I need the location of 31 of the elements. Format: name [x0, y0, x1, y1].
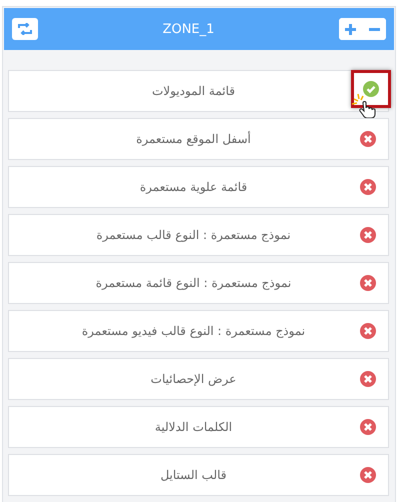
module-label: الكلمات الدلالية — [154, 420, 234, 434]
module-item[interactable]: نموذج مستعمرة : النوع قائمة مستعمرة — [8, 262, 389, 304]
module-label: نموذج مستعمرة : النوع قالب فيديو مستعمرة — [80, 324, 306, 338]
close-icon[interactable] — [360, 371, 376, 387]
module-label: عرض الإحصائيات — [150, 372, 238, 386]
module-item[interactable]: قائمة علوية مستعمرة — [8, 166, 389, 208]
module-label: قالب الستايل — [159, 468, 228, 482]
module-item[interactable]: أسفل الموقع مستعمرة — [8, 118, 389, 160]
plus-icon — [344, 24, 356, 34]
module-label: أسفل الموقع مستعمرة — [135, 132, 252, 146]
module-label: قائمة الموديولات — [150, 84, 236, 98]
module-item[interactable]: نموذج مستعمرة : النوع قالب فيديو مستعمرة — [8, 310, 389, 352]
close-icon[interactable] — [360, 131, 376, 147]
module-label: نموذج مستعمرة : النوع قائمة مستعمرة — [94, 276, 292, 290]
close-icon[interactable] — [360, 323, 376, 339]
close-icon[interactable] — [360, 227, 376, 243]
module-item[interactable]: عرض الإحصائيات — [8, 358, 389, 400]
module-label: نموذج مستعمرة : النوع قالب مستعمرة — [95, 228, 292, 242]
close-icon[interactable] — [360, 419, 376, 435]
close-icon[interactable] — [360, 467, 376, 483]
check-icon[interactable] — [363, 81, 379, 97]
module-item[interactable]: نموذج مستعمرة : النوع قالب مستعمرة — [8, 214, 389, 256]
hand-cursor-icon — [352, 93, 378, 119]
close-icon[interactable] — [360, 179, 376, 195]
module-item[interactable]: قالب الستايل — [8, 454, 389, 496]
zone-title: ZONE_1 — [162, 22, 214, 36]
refresh-button[interactable] — [12, 18, 38, 40]
close-icon[interactable] — [360, 275, 376, 291]
module-label: قائمة علوية مستعمرة — [138, 180, 248, 194]
module-item[interactable]: الكلمات الدلالية — [8, 406, 389, 448]
refresh-arrows-icon — [18, 23, 32, 35]
